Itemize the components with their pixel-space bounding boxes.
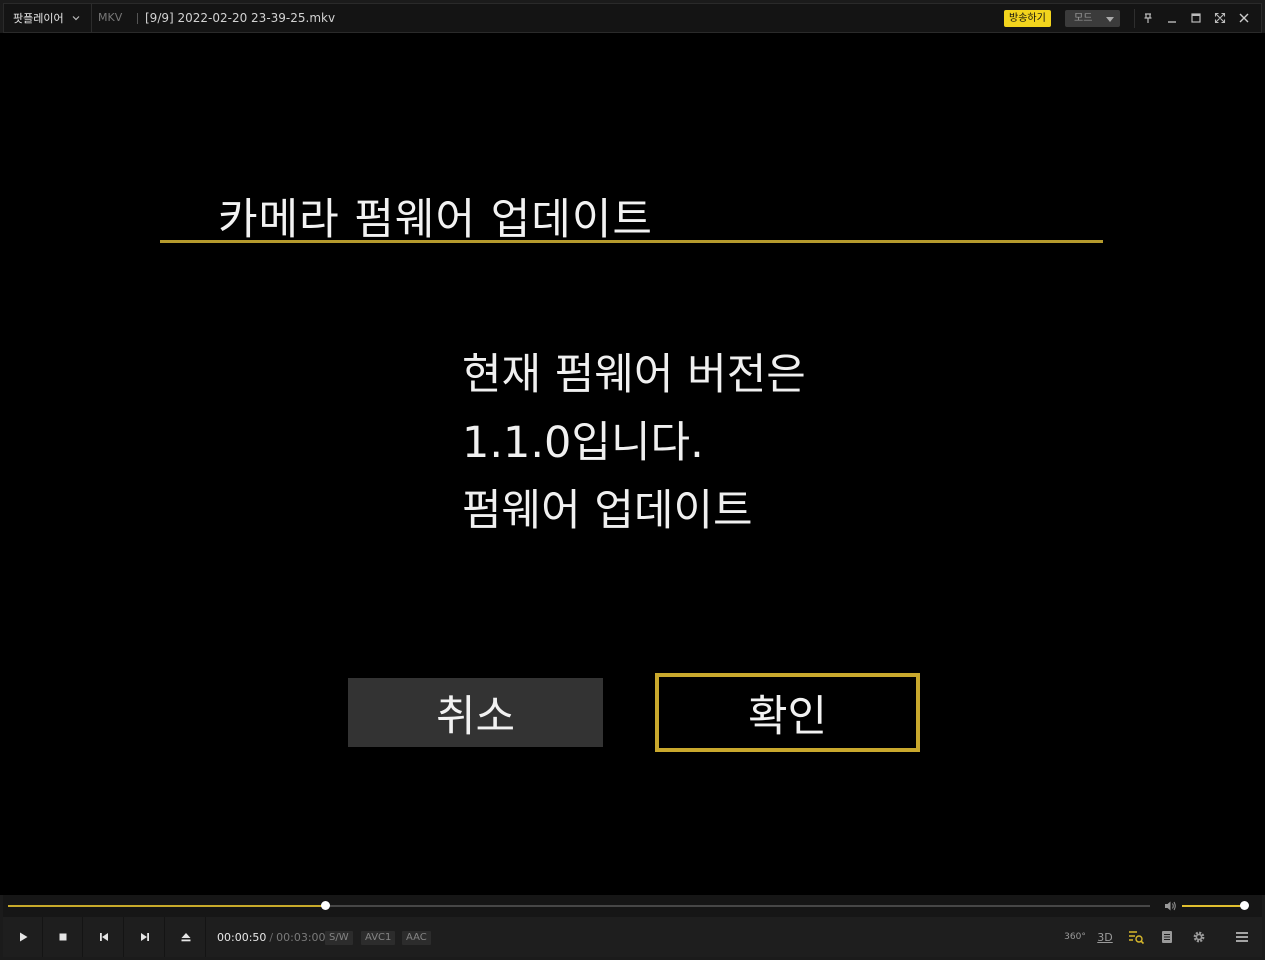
codec-tag-audio[interactable]: AAC <box>402 931 431 945</box>
eject-icon <box>181 933 190 942</box>
cancel-button: 취소 <box>348 678 603 747</box>
title-separator <box>137 13 138 24</box>
time-display: 00:00:50/00:03:00 <box>217 917 326 957</box>
pin-icon <box>1144 13 1152 23</box>
next-button[interactable] <box>125 917 165 957</box>
fullscreen-button[interactable] <box>1210 8 1230 28</box>
seek-progress <box>8 905 325 907</box>
eject-button[interactable] <box>166 917 206 957</box>
time-separator: / <box>269 931 274 944</box>
volume-slider[interactable] <box>1182 901 1249 910</box>
file-title: [9/9] 2022-02-20 23-39-25.mkv <box>145 11 336 25</box>
vr-360-button[interactable]: 360° <box>1064 928 1086 946</box>
video-area[interactable]: 카메라 펌웨어 업데이트 현재 펌웨어 버전은 1.1.0입니다. 펌웨어 업데… <box>0 33 1265 895</box>
close-button[interactable] <box>1234 8 1254 28</box>
seek-area <box>3 895 1262 917</box>
volume-handle[interactable] <box>1240 901 1249 910</box>
seek-handle[interactable] <box>321 901 330 910</box>
maximize-button[interactable] <box>1186 8 1206 28</box>
title-bar: 팟플레이어 MKV [9/9] 2022-02-20 23-39-25.mkv … <box>3 3 1262 33</box>
broadcast-button[interactable]: 방송하기 <box>1004 10 1051 27</box>
mode-dropdown[interactable]: 모드 <box>1065 10 1120 27</box>
fullscreen-icon <box>1214 12 1226 24</box>
chapter-button[interactable] <box>1157 928 1177 946</box>
volume-icon[interactable] <box>1163 899 1177 913</box>
playlist-search-icon <box>1129 931 1145 945</box>
3d-label: 3D <box>1097 930 1113 944</box>
maximize-icon <box>1191 13 1201 23</box>
title-divider <box>1134 9 1135 28</box>
previous-icon <box>99 933 108 941</box>
main-menu-button[interactable] <box>1232 928 1252 946</box>
dialog-title: 카메라 펌웨어 업데이트 <box>218 195 653 245</box>
mode-label: 모드 <box>1074 13 1093 24</box>
message-line: 펌웨어 업데이트 <box>462 486 753 536</box>
app-menu-label: 팟플레이어 <box>13 12 64 25</box>
pin-button[interactable] <box>1138 8 1158 28</box>
previous-button[interactable] <box>84 917 124 957</box>
control-bar: 00:00:50/00:03:00 S/W AVC1 AAC 360° 3D <box>3 917 1262 957</box>
message-line: 현재 펌웨어 버전은 <box>462 350 806 400</box>
stop-button[interactable] <box>43 917 83 957</box>
settings-button[interactable] <box>1189 928 1209 946</box>
vr-360-label: 360° <box>1064 931 1086 942</box>
ok-button: 확인 <box>655 673 920 752</box>
play-icon <box>19 932 27 942</box>
minimize-icon <box>1168 21 1176 23</box>
current-time: 00:00:50 <box>217 931 267 944</box>
3d-button[interactable]: 3D <box>1095 928 1115 946</box>
dialog-title-underline <box>160 240 1103 243</box>
next-icon <box>140 933 149 941</box>
stop-icon <box>59 933 66 941</box>
menu-icon <box>1236 932 1248 942</box>
seek-bar[interactable] <box>8 901 1150 910</box>
settings-icon <box>1193 931 1205 943</box>
chevron-down-icon <box>72 16 80 21</box>
dropdown-arrow-icon <box>1106 17 1114 22</box>
minimize-button[interactable] <box>1162 8 1182 28</box>
dialog-message: 현재 펌웨어 버전은 1.1.0입니다. 펌웨어 업데이트 <box>462 341 982 545</box>
play-button[interactable] <box>3 917 43 957</box>
chapter-icon <box>1162 931 1172 943</box>
format-label: MKV <box>98 11 123 24</box>
app-menu-button[interactable]: 팟플레이어 <box>4 4 92 32</box>
message-line: 1.1.0입니다. <box>462 418 704 468</box>
playlist-search-button[interactable] <box>1126 928 1146 946</box>
total-time: 00:03:00 <box>276 931 326 944</box>
close-icon <box>1239 13 1249 23</box>
volume-level <box>1182 905 1244 907</box>
codec-tag-video[interactable]: AVC1 <box>361 931 396 945</box>
codec-tag-sw[interactable]: S/W <box>325 931 353 945</box>
